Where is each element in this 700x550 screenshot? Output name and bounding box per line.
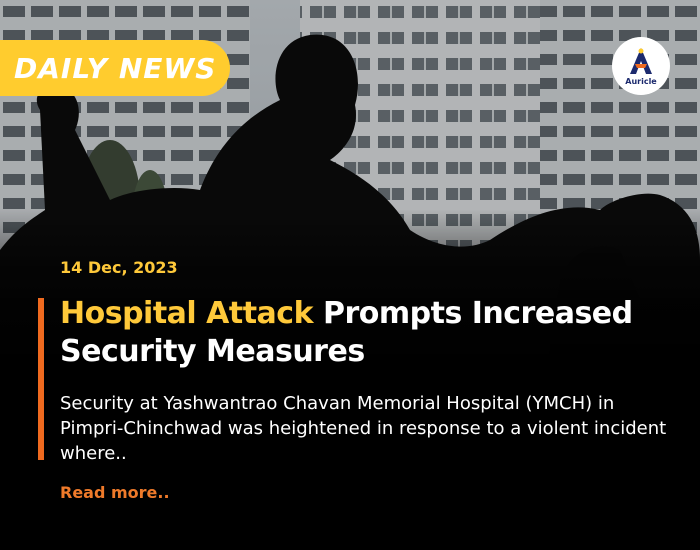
auricle-logo-icon bbox=[630, 48, 652, 74]
article-summary: Security at Yashwantrao Chavan Memorial … bbox=[60, 393, 667, 464]
auricle-logo: Auricle bbox=[612, 37, 670, 95]
article-date: 14 Dec, 2023 bbox=[60, 258, 178, 277]
read-more-link[interactable]: Read more.. bbox=[60, 483, 170, 502]
logo-text: Auricle bbox=[625, 77, 657, 86]
headline-highlight: Hospital Attack bbox=[60, 296, 314, 331]
article-headline: Hospital Attack Prompts Increased Securi… bbox=[60, 295, 680, 371]
accent-bar bbox=[38, 298, 44, 460]
news-card: DAILY NEWS Auricle 14 Dec, 2023 Hospital… bbox=[0, 0, 700, 550]
daily-news-badge: DAILY NEWS bbox=[0, 40, 230, 96]
badge-label: DAILY NEWS bbox=[14, 51, 217, 85]
